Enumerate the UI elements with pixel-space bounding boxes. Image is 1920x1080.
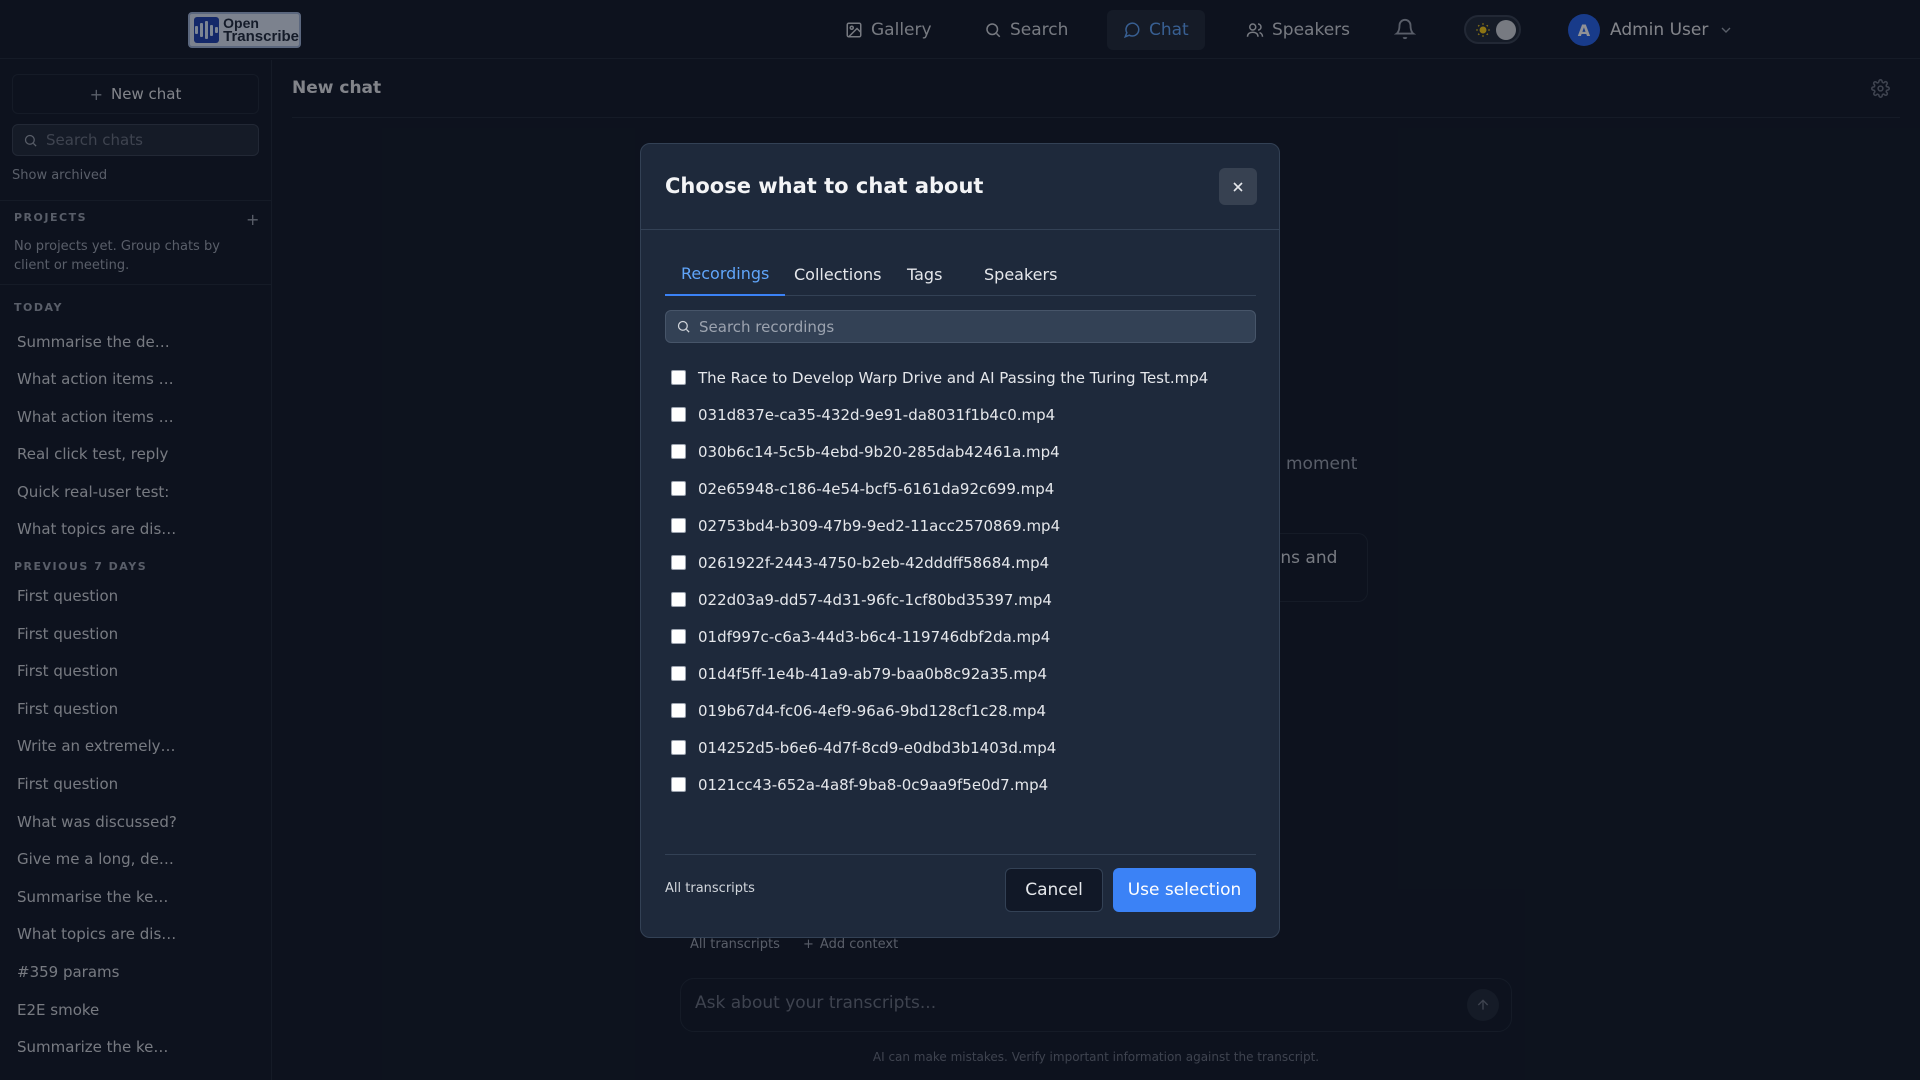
recording-name: 0121cc43-652a-4a8f-9ba8-0c9aa9f5e0d7.mp4 (698, 775, 1049, 794)
recording-checkbox[interactable] (671, 740, 686, 755)
tab-collections[interactable]: Collections (778, 252, 897, 296)
modal-divider (665, 854, 1256, 855)
recording-checkbox[interactable] (671, 555, 686, 570)
recording-item[interactable]: 02753bd4-b309-47b9-9ed2-11acc2570869.mp4 (671, 507, 1251, 544)
close-icon (1233, 181, 1243, 192)
recording-item[interactable]: 030b6c14-5c5b-4ebd-9b20-285dab42461a.mp4 (671, 433, 1251, 470)
tab-speakers[interactable]: Speakers (968, 252, 1073, 296)
search-icon (677, 320, 690, 333)
recording-name: 01df997c-c6a3-44d3-b6c4-119746dbf2da.mp4 (698, 627, 1051, 646)
modal-tabs: Recordings Collections Tags Speakers (665, 252, 1256, 296)
recording-item[interactable]: 031d837e-ca35-432d-9e91-da8031f1b4c0.mp4 (671, 396, 1251, 433)
recording-item[interactable]: 014252d5-b6e6-4d7f-8cd9-e0dbd3b1403d.mp4 (671, 729, 1251, 766)
recording-checkbox[interactable] (671, 592, 686, 607)
recording-item[interactable]: 01d4f5ff-1e4b-41a9-ab79-baa0b8c92a35.mp4 (671, 655, 1251, 692)
footer-scope-label: All transcripts (665, 881, 755, 896)
recording-checkbox[interactable] (671, 629, 686, 644)
tab-recordings[interactable]: Recordings (665, 252, 786, 296)
use-selection-button[interactable]: Use selection (1113, 868, 1256, 912)
recording-name: 01d4f5ff-1e4b-41a9-ab79-baa0b8c92a35.mp4 (698, 664, 1047, 683)
recording-checkbox[interactable] (671, 666, 686, 681)
recording-checkbox[interactable] (671, 444, 686, 459)
tab-tags[interactable]: Tags (891, 252, 958, 296)
recording-search-input[interactable] (699, 317, 1239, 336)
recording-name: 02e65948-c186-4e54-bcf5-6161da92c699.mp4 (698, 479, 1055, 498)
recording-item[interactable]: 02e65948-c186-4e54-bcf5-6161da92c699.mp4 (671, 470, 1251, 507)
recording-list: The Race to Develop Warp Drive and AI Pa… (671, 359, 1251, 803)
recording-name: 02753bd4-b309-47b9-9ed2-11acc2570869.mp4 (698, 516, 1061, 535)
recording-item[interactable]: 0121cc43-652a-4a8f-9ba8-0c9aa9f5e0d7.mp4 (671, 766, 1251, 803)
recording-item[interactable]: 022d03a9-dd57-4d31-96fc-1cf80bd35397.mp4 (671, 581, 1251, 618)
recording-checkbox[interactable] (671, 481, 686, 496)
recording-checkbox[interactable] (671, 703, 686, 718)
modal-divider (641, 229, 1279, 230)
recording-name: 022d03a9-dd57-4d31-96fc-1cf80bd35397.mp4 (698, 590, 1052, 609)
recording-search (665, 310, 1256, 343)
recording-item[interactable]: 019b67d4-fc06-4ef9-96a6-9bd128cf1c28.mp4 (671, 692, 1251, 729)
recording-name: The Race to Develop Warp Drive and AI Pa… (698, 368, 1209, 387)
recording-checkbox[interactable] (671, 518, 686, 533)
recording-item[interactable]: The Race to Develop Warp Drive and AI Pa… (671, 359, 1251, 396)
recording-checkbox[interactable] (671, 370, 686, 385)
app-root: Open Transcribe Gallery Search Chat Spea… (0, 0, 1920, 1080)
modal-title: Choose what to chat about (665, 174, 984, 198)
recording-checkbox[interactable] (671, 407, 686, 422)
context-picker-modal: Choose what to chat about Recordings Col… (640, 143, 1280, 938)
recording-name: 014252d5-b6e6-4d7f-8cd9-e0dbd3b1403d.mp4 (698, 738, 1057, 757)
cancel-button[interactable]: Cancel (1005, 868, 1103, 912)
recording-item[interactable]: 01df997c-c6a3-44d3-b6c4-119746dbf2da.mp4 (671, 618, 1251, 655)
close-button[interactable] (1219, 168, 1257, 205)
recording-name: 031d837e-ca35-432d-9e91-da8031f1b4c0.mp4 (698, 405, 1056, 424)
recording-name: 019b67d4-fc06-4ef9-96a6-9bd128cf1c28.mp4 (698, 701, 1047, 720)
recording-name: 0261922f-2443-4750-b2eb-42dddff58684.mp4 (698, 553, 1050, 572)
recording-checkbox[interactable] (671, 777, 686, 792)
recording-item[interactable]: 0261922f-2443-4750-b2eb-42dddff58684.mp4 (671, 544, 1251, 581)
recording-name: 030b6c14-5c5b-4ebd-9b20-285dab42461a.mp4 (698, 442, 1060, 461)
